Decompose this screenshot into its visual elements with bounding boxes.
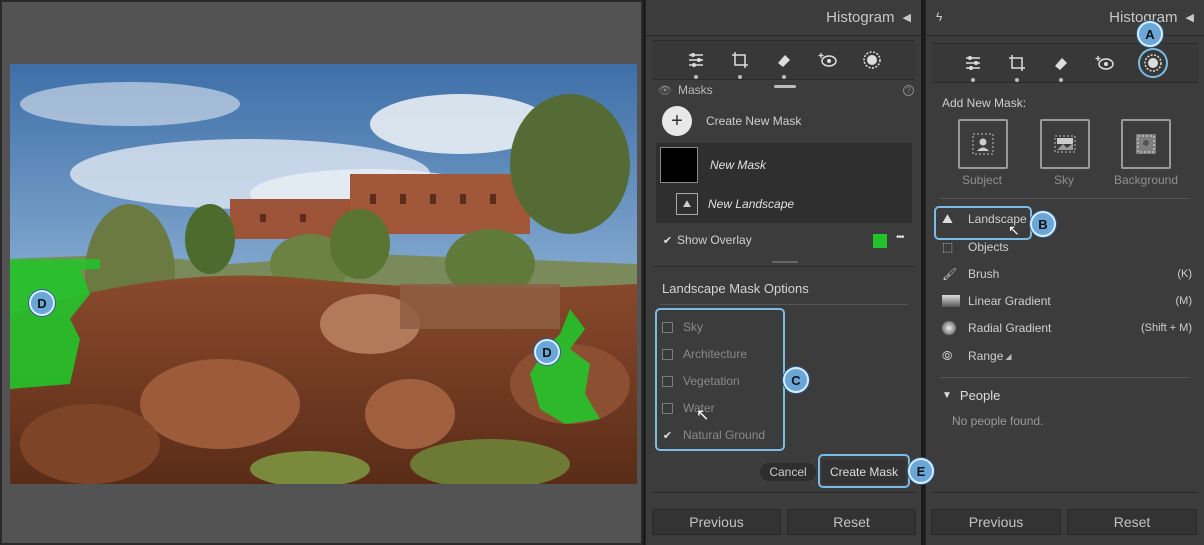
masks-panel: Histogram ◀ 👁 Masks ? + Create New Mask [645,0,934,545]
plus-icon[interactable]: + [662,106,692,136]
add-new-mask-label: Add New Mask: [942,96,1027,110]
crop-icon[interactable] [729,49,751,79]
new-landscape-label: New Landscape [708,197,795,211]
radial-gradient-item[interactable]: Radial Gradient (Shift + M) [942,321,1192,335]
more-options-icon[interactable]: ••• [896,232,904,243]
callout-c: C [783,367,809,393]
photo-illustration [10,64,637,484]
objects-icon: ⬚ [942,240,954,254]
no-people-label: No people found. [952,414,1044,428]
redeye-icon[interactable] [1094,52,1116,74]
reset-button[interactable]: Reset [787,509,916,535]
histogram-header[interactable]: Histogram ◀ [646,0,921,36]
collapse-triangle-icon[interactable]: ◀ [1186,11,1194,24]
add-mask-panel: Histogram ◀ ϟ A Add New Mask: Subject Sk… [925,0,1204,545]
crop-icon[interactable] [1006,52,1028,82]
eraser-icon[interactable] [773,49,795,79]
show-overlay-row[interactable]: ✔ Show Overlay [662,233,752,247]
background-label: Background [1113,173,1179,187]
callout-b: B [1030,211,1056,237]
radial-gradient-label: Radial Gradient [968,321,1052,335]
people-section-header[interactable]: ▼ People [942,388,1000,403]
sky-tile-label: Sky [1053,173,1074,187]
previous-button[interactable]: Previous [652,509,781,535]
range-item[interactable]: ⦾ Range ◢ [942,348,1012,364]
masks-header: 👁 Masks ? [658,82,914,98]
subject-icon [972,133,994,155]
sky-tile[interactable] [1040,119,1090,169]
mask-item-new-landscape[interactable]: ⛰ New Landscape [676,193,794,215]
mask-list: New Mask ⛰ New Landscape [656,143,912,223]
overlay-checkbox[interactable]: ✔ [662,235,673,247]
eye-icon[interactable]: 👁 [658,84,672,97]
landscape-icon: ⛰ [676,193,698,215]
landscape-photo[interactable] [10,64,637,484]
photo-canvas-area: D D [0,0,643,545]
range-dropdown-icon[interactable]: ◢ [1005,352,1011,361]
help-icon[interactable]: ? [903,84,914,96]
show-overlay-label: Show Overlay [677,233,752,247]
callout-d-left: D [29,290,55,316]
mask-icon[interactable] [1138,48,1168,78]
mask-icon[interactable] [861,49,883,71]
masks-title: Masks [677,83,713,97]
cancel-button[interactable]: Cancel [760,463,816,481]
brush-shortcut: (K) [1177,268,1192,280]
subject-label: Subject [961,173,1003,187]
callout-d-right: D [534,339,560,365]
create-mask-highlight [818,454,910,488]
linear-gradient-label: Linear Gradient [968,294,1051,308]
brush-item[interactable]: 🖌 Brush (K) [942,267,1192,281]
panel-divider-handle[interactable] [772,261,798,263]
sliders-icon[interactable] [685,49,707,79]
brush-label: Brush [968,267,1000,281]
histogram-title: Histogram [826,9,895,26]
objects-label: Objects [968,240,1009,254]
create-new-mask-label: Create New Mask [706,114,802,128]
people-title: People [959,388,1001,403]
sky-icon [1054,135,1076,153]
background-icon [1136,134,1156,154]
landscape-highlight [934,206,1032,240]
redeye-icon[interactable] [817,49,839,71]
create-new-mask-row[interactable]: + Create New Mask [662,106,801,136]
overlay-color-swatch[interactable] [873,234,887,248]
linear-gradient-item[interactable]: Linear Gradient (M) [942,294,1192,308]
collapse-triangle-icon[interactable]: ◀ [903,11,911,24]
objects-item[interactable]: ⬚ Objects [942,240,1009,254]
background-tile[interactable] [1121,119,1171,169]
range-icon: ⦾ [942,348,953,363]
tool-strip [652,40,915,80]
tool-strip-right [932,43,1198,83]
mask-item-new-mask[interactable]: New Mask [660,147,766,183]
range-label: Range [968,349,1004,363]
lightning-icon[interactable]: ϟ [936,10,942,24]
landscape-mask-options-title: Landscape Mask Options [662,281,809,296]
brush-icon: 🖌 [942,267,958,281]
disclosure-triangle-icon[interactable]: ▼ [942,390,952,401]
eraser-icon[interactable] [1050,52,1072,82]
callout-a: A [1137,21,1163,47]
options-highlight [655,308,785,451]
reset-button-right[interactable]: Reset [1067,509,1197,535]
sliders-icon[interactable] [962,52,984,82]
subject-tile[interactable] [958,119,1008,169]
radial-gradient-shortcut: (Shift + M) [1140,322,1192,334]
new-mask-label: New Mask [710,158,767,172]
linear-gradient-icon [942,295,960,307]
callout-e: E [908,458,934,484]
linear-gradient-shortcut: (M) [1175,295,1193,307]
previous-button-right[interactable]: Previous [931,509,1061,535]
radial-gradient-icon [942,321,956,335]
mask-thumbnail [660,147,698,183]
